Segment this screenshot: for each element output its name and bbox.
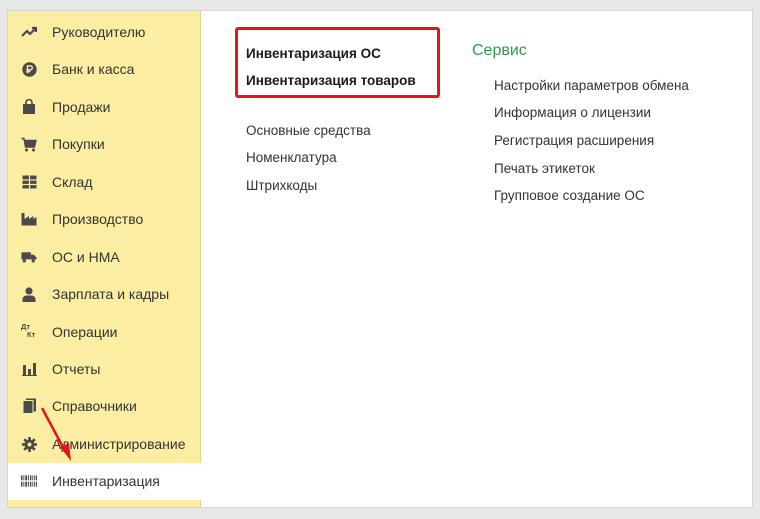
- sidebar-item-label: Производство: [52, 211, 144, 227]
- sidebar-item-label: Покупки: [52, 136, 105, 152]
- app-window: Руководителю Банк и касса Продажи Покупк…: [8, 11, 752, 507]
- link-osnovnye-sredstva[interactable]: Основные средства: [246, 123, 371, 139]
- sidebar-item-operacii[interactable]: Дт Кт Операции: [8, 314, 200, 351]
- sidebar-item-os-nma[interactable]: ОС и НМА: [8, 239, 200, 276]
- link-nomenklatura[interactable]: Номенклатура: [246, 150, 337, 166]
- link-nastrojki-obmena[interactable]: Настройки параметров обмена: [494, 78, 689, 94]
- sidebar-item-label: ОС и НМА: [52, 249, 120, 265]
- shopping-cart-icon: [21, 136, 37, 152]
- person-icon: [21, 286, 37, 302]
- sidebar-item-inventarizaciya[interactable]: Инвентаризация: [8, 463, 201, 500]
- sidebar-item-prodazhi[interactable]: Продажи: [8, 89, 200, 126]
- link-registraciya-rasshireniya[interactable]: Регистрация расширения: [494, 133, 654, 149]
- sidebar-item-spravochniki[interactable]: Справочники: [8, 388, 200, 425]
- sidebar-item-bank[interactable]: Банк и касса: [8, 51, 200, 88]
- section-title-servis: Сервис: [472, 42, 527, 59]
- link-pechat-etiketok[interactable]: Печать этикеток: [494, 161, 595, 177]
- sidebar-item-label: Инвентаризация: [52, 473, 160, 489]
- barcode-icon: [21, 473, 37, 489]
- sidebar-item-pokupki[interactable]: Покупки: [8, 126, 200, 163]
- sidebar-item-label: Банк и касса: [52, 61, 135, 77]
- sidebar-item-label: Отчеты: [52, 361, 101, 377]
- credit-label: Кт: [27, 330, 36, 339]
- debit-credit-icon: Дт Кт: [21, 323, 37, 340]
- sidebar-item-rukovoditelyu[interactable]: Руководителю: [8, 14, 200, 51]
- red-arrow-annotation: [40, 407, 71, 461]
- sidebar-item-otchety[interactable]: Отчеты: [8, 351, 200, 388]
- ruble-coin-icon: [21, 61, 37, 77]
- link-shtrihkody[interactable]: Штрихкоды: [246, 178, 317, 194]
- sidebar-item-label: Продажи: [52, 99, 111, 115]
- sidebar-item-sklad[interactable]: Склад: [8, 164, 200, 201]
- link-gruppovoe-sozdanie-os[interactable]: Групповое создание ОС: [494, 188, 645, 204]
- sidebar-item-label: Склад: [52, 174, 93, 190]
- sidebar-item-label: Зарплата и кадры: [52, 286, 170, 302]
- bar-chart-icon: [21, 361, 37, 377]
- shopping-bag-icon: [21, 99, 37, 115]
- trend-chart-icon: [21, 24, 37, 40]
- sidebar: Руководителю Банк и касса Продажи Покупк…: [8, 11, 201, 507]
- sidebar-item-label: Руководителю: [52, 24, 146, 40]
- sidebar-item-administrirovanie[interactable]: Администрирование: [8, 426, 200, 463]
- link-inventarizaciya-tovarov[interactable]: Инвентаризация товаров: [246, 73, 416, 89]
- sidebar-item-label: Операции: [52, 324, 118, 340]
- sidebar-item-proizvodstvo[interactable]: Производство: [8, 201, 200, 238]
- factory-icon: [21, 211, 37, 227]
- truck-icon: [21, 249, 37, 265]
- link-inventarizaciya-os[interactable]: Инвентаризация ОС: [246, 46, 381, 62]
- link-informaciya-licenzii[interactable]: Информация о лицензии: [494, 105, 651, 121]
- warehouse-grid-icon: [21, 174, 37, 190]
- sidebar-item-zarplata[interactable]: Зарплата и кадры: [8, 276, 200, 313]
- books-icon: [21, 398, 37, 414]
- gear-icon: [21, 436, 37, 452]
